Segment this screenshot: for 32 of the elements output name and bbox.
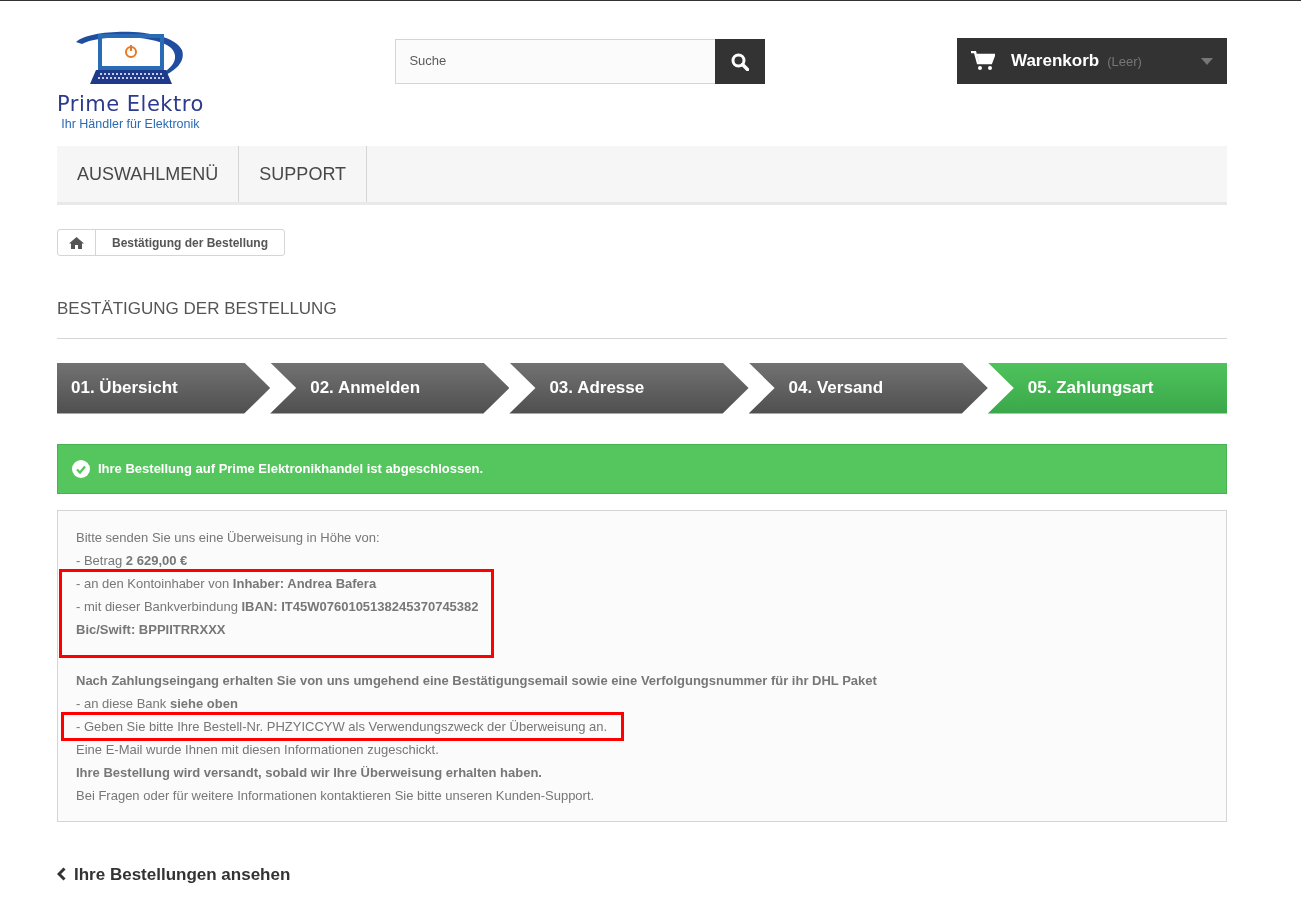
checkout-step[interactable]: 04. Versand: [748, 362, 988, 414]
message-line: - Betrag 2 629,00 €: [76, 551, 189, 570]
message-line: - Geben Sie bitte Ihre Bestell-Nr. PHZYICCYW als Verwendungszweck der Überweisung an.: [76, 717, 608, 736]
search-field[interactable]: Suche: [395, 38, 717, 84]
message-line: - mit dieser Bankverbindung IBAN: IT45W0760105138245370745382: [76, 597, 479, 616]
chevron-left-icon: [57, 867, 66, 882]
logo-tagline: Ihr Händler für Elektronik: [61, 116, 200, 134]
checkout-step[interactable]: 03. Adresse: [509, 362, 749, 414]
checkout-step[interactable]: 02. Anmelden: [270, 362, 510, 414]
alert-text: Ihre Bestellung auf Prime Elektronikhandel ist abgeschlossen.: [98, 459, 484, 478]
caret-icon: [1201, 57, 1213, 65]
message-line: Ihre Bestellung wird versandt, sobald wir Ihre Überweisung erhalten haben.: [76, 763, 543, 782]
message-line: Eine E-Mail wurde Ihnen mit diesen Informationen zugeschickt.: [76, 740, 440, 759]
cart-icon: [971, 51, 995, 71]
message-line: - an diese Bank siehe oben: [76, 694, 239, 713]
check-circle-icon: [72, 459, 90, 478]
back-link[interactable]: Ihre Bestellungen ansehen: [57, 861, 291, 887]
menu-item[interactable]: SUPPORT: [239, 146, 368, 202]
search-button[interactable]: [715, 38, 766, 84]
logo-text: Prime Elektro: [57, 94, 204, 116]
message-line: Nach Zahlungseingang erhalten Sie von uns umgehend eine Bestätigungsemail sowie eine Verfolgungsnummer für ihr DHL Paket: [76, 671, 878, 690]
message-line: Bei Fragen oder für weitere Informationen kontaktieren Sie bitte unseren Kunden-Support.: [76, 786, 596, 805]
message-line: Bitte senden Sie uns eine Überweisung in Höhe von:: [76, 528, 381, 547]
cart-button[interactable]: Warenkorb (Leer): [957, 38, 1227, 84]
home-icon[interactable]: [69, 236, 84, 249]
message-line: Bic/Swift: BPPIITRRXXX: [76, 620, 227, 639]
search-icon: [731, 52, 750, 71]
breadcrumb-item: Bestätigung der Bestellung: [111, 234, 270, 252]
menu-item[interactable]: AUSWAHLMENÜ: [57, 146, 240, 202]
page-title: BESTÄTIGUNG DER BESTELLUNG: [57, 296, 1227, 339]
message-line: - an den Kontoinhaber von Inhaber: Andrea Bafera: [76, 574, 378, 593]
checkout-step[interactable]: 01. Übersicht: [57, 362, 271, 414]
